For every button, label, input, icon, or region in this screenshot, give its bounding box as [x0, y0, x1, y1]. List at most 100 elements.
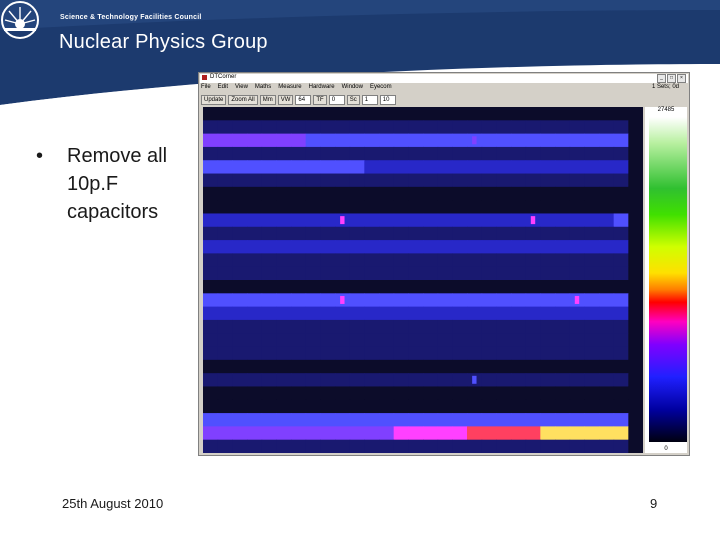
heatmap-cell [276, 253, 292, 268]
heatmap-cell [496, 346, 512, 361]
menu-view[interactable]: View [235, 84, 248, 93]
heatmap-cell [217, 160, 233, 175]
heatmap-cell [525, 240, 541, 254]
toolbar: Update Zoom All Mm VW 64 TF 0 Sc 1 10 [201, 95, 396, 105]
heatmap-cell [452, 186, 468, 201]
menu-edit[interactable]: Edit [218, 84, 228, 93]
heatmap-cell [393, 146, 409, 161]
heatmap-cell [467, 186, 483, 201]
heatmap-cell [276, 146, 292, 161]
heatmap-cell [364, 373, 380, 387]
heatmap-cell [232, 240, 248, 254]
vw-button[interactable]: VW [277, 95, 294, 105]
menu-measure[interactable]: Measure [278, 84, 301, 93]
heatmap-hot-spot [340, 216, 345, 225]
heatmap-cell [511, 413, 527, 427]
heatmap-cell [467, 439, 483, 453]
value-field-4[interactable]: 10 [379, 95, 396, 105]
menu-eyecom[interactable]: Eyecom [370, 84, 392, 93]
heatmap-cell [467, 386, 483, 401]
heatmap-cell [247, 133, 263, 148]
heatmap-cell [349, 293, 365, 308]
value-field-2[interactable]: 0 [328, 95, 345, 105]
heatmap-cell [276, 373, 292, 387]
heatmap-cell [437, 133, 453, 148]
heatmap-cell [613, 213, 629, 228]
heatmap-cell [481, 107, 497, 121]
heatmap-cell [291, 160, 307, 175]
heatmap-cell [467, 399, 483, 414]
sc-button[interactable]: Sc [346, 95, 360, 105]
heatmap-cell [232, 359, 248, 374]
heatmap-cell [525, 266, 541, 281]
heatmap-cell [393, 399, 409, 414]
heatmap-cell [613, 107, 629, 121]
heatmap-cell [584, 253, 600, 268]
heatmap-cell [320, 253, 336, 268]
value-field-1[interactable]: 64 [295, 95, 312, 105]
heatmap-cell [481, 319, 497, 334]
update-button[interactable]: Update [201, 95, 227, 105]
mm-button[interactable]: Mm [259, 95, 276, 105]
heatmap-cell [584, 213, 600, 228]
heatmap-cell [569, 146, 585, 161]
tf-button[interactable]: TF [313, 95, 327, 105]
heatmap-cell [247, 333, 263, 348]
heatmap-cell [452, 173, 468, 188]
heatmap-cell [393, 280, 409, 294]
heatmap-cell [335, 319, 351, 334]
heatmap-cell [408, 107, 424, 121]
heatmap-cell [232, 280, 248, 294]
heatmap-cell [320, 373, 336, 387]
menu-maths[interactable]: Maths [255, 84, 271, 93]
heatmap-cell [408, 173, 424, 188]
heatmap-cell [203, 213, 219, 228]
heatmap-cell [291, 173, 307, 188]
heatmap-cell [379, 253, 395, 268]
heatmap-cell [452, 399, 468, 414]
heatmap-cell [584, 413, 600, 427]
heatmap-cell [437, 306, 453, 321]
heatmap-cell [628, 399, 643, 414]
heatmap-cell [320, 293, 336, 308]
heatmap-cell [540, 280, 556, 294]
heatmap-cell [540, 160, 556, 175]
heatmap-cell [320, 426, 336, 441]
heatmap-cell [320, 319, 336, 334]
menu-file[interactable]: File [201, 84, 211, 93]
heatmap-cell [613, 133, 629, 148]
heatmap-cell [423, 213, 439, 228]
detector-heatmap[interactable] [203, 107, 643, 453]
heatmap-cell [203, 120, 219, 135]
maximize-button[interactable]: □ [667, 74, 676, 83]
heatmap-cell [599, 359, 615, 374]
heatmap-cell [555, 426, 571, 441]
zoom-all-button[interactable]: Zoom All [228, 95, 258, 105]
heatmap-cell [276, 120, 292, 135]
heatmap-cell [599, 399, 615, 414]
heatmap-cell [569, 120, 585, 135]
menu-window[interactable]: Window [342, 84, 363, 93]
heatmap-cell [203, 319, 219, 334]
palette-max-label: 27485 [657, 107, 675, 113]
heatmap-cell [261, 399, 277, 414]
heatmap-cell [613, 280, 629, 294]
heatmap-cell [247, 413, 263, 427]
heatmap-cell [599, 293, 615, 308]
heatmap-cell [481, 386, 497, 401]
heatmap-cell [584, 226, 600, 241]
heatmap-cell [437, 173, 453, 188]
minimize-button[interactable]: _ [657, 74, 666, 83]
heatmap-cell [599, 439, 615, 453]
value-field-3[interactable]: 1 [361, 95, 378, 105]
heatmap-cell [437, 399, 453, 414]
close-button[interactable]: × [677, 74, 686, 83]
heatmap-cell [349, 186, 365, 201]
menu-hardware[interactable]: Hardware [309, 84, 335, 93]
heatmap-cell [247, 306, 263, 321]
heatmap-cell [379, 359, 395, 374]
heatmap-cell [452, 413, 468, 427]
heatmap-cell [584, 306, 600, 321]
heatmap-cell [569, 319, 585, 334]
heatmap-cell [335, 359, 351, 374]
